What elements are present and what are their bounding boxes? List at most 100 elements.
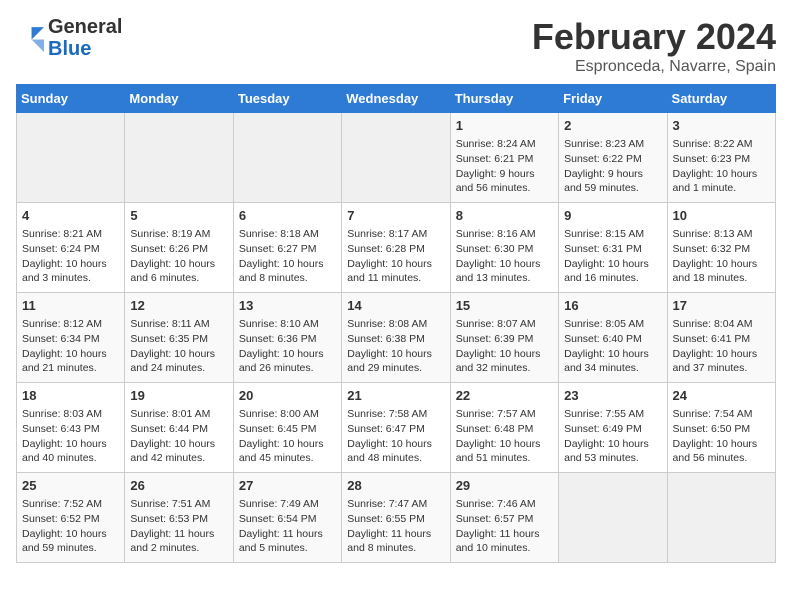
- day-info: Sunrise: 8:24 AMSunset: 6:21 PMDaylight:…: [456, 138, 536, 194]
- calendar-cell: [342, 113, 450, 203]
- day-number: 23: [564, 387, 661, 405]
- calendar-week-row: 18 Sunrise: 8:03 AMSunset: 6:43 PMDayligh…: [17, 383, 776, 473]
- calendar-cell: 24 Sunrise: 7:54 AMSunset: 6:50 PMDayligh…: [667, 383, 775, 473]
- logo-general-text: General: [48, 16, 122, 38]
- calendar-cell: 5 Sunrise: 8:19 AMSunset: 6:26 PMDaylight…: [125, 203, 233, 293]
- day-number: 17: [673, 297, 770, 315]
- day-number: 22: [456, 387, 553, 405]
- weekday-header: Tuesday: [233, 85, 341, 113]
- day-number: 12: [130, 297, 227, 315]
- day-info: Sunrise: 8:05 AMSunset: 6:40 PMDaylight:…: [564, 318, 649, 374]
- day-info: Sunrise: 7:57 AMSunset: 6:48 PMDaylight:…: [456, 408, 541, 464]
- location-subtitle: Espronceda, Navarre, Spain: [532, 58, 776, 76]
- calendar-cell: 27 Sunrise: 7:49 AMSunset: 6:54 PMDayligh…: [233, 473, 341, 563]
- day-number: 25: [22, 477, 119, 495]
- calendar-cell: 13 Sunrise: 8:10 AMSunset: 6:36 PMDayligh…: [233, 293, 341, 383]
- day-number: 11: [22, 297, 119, 315]
- day-info: Sunrise: 8:10 AMSunset: 6:36 PMDaylight:…: [239, 318, 324, 374]
- day-info: Sunrise: 8:03 AMSunset: 6:43 PMDaylight:…: [22, 408, 107, 464]
- day-number: 24: [673, 387, 770, 405]
- day-number: 3: [673, 117, 770, 135]
- day-info: Sunrise: 8:21 AMSunset: 6:24 PMDaylight:…: [22, 228, 107, 284]
- weekday-header: Thursday: [450, 85, 558, 113]
- day-info: Sunrise: 8:13 AMSunset: 6:32 PMDaylight:…: [673, 228, 758, 284]
- day-number: 13: [239, 297, 336, 315]
- calendar-cell: 1 Sunrise: 8:24 AMSunset: 6:21 PMDaylight…: [450, 113, 558, 203]
- weekday-header: Monday: [125, 85, 233, 113]
- calendar-cell: 23 Sunrise: 7:55 AMSunset: 6:49 PMDayligh…: [559, 383, 667, 473]
- weekday-header: Friday: [559, 85, 667, 113]
- calendar-cell: 22 Sunrise: 7:57 AMSunset: 6:48 PMDayligh…: [450, 383, 558, 473]
- day-info: Sunrise: 8:23 AMSunset: 6:22 PMDaylight:…: [564, 138, 644, 194]
- calendar-cell: 9 Sunrise: 8:15 AMSunset: 6:31 PMDaylight…: [559, 203, 667, 293]
- day-info: Sunrise: 8:07 AMSunset: 6:39 PMDaylight:…: [456, 318, 541, 374]
- day-info: Sunrise: 7:51 AMSunset: 6:53 PMDaylight:…: [130, 498, 214, 554]
- month-title: February 2024: [532, 16, 776, 58]
- day-number: 1: [456, 117, 553, 135]
- calendar-cell: [125, 113, 233, 203]
- day-number: 6: [239, 207, 336, 225]
- day-info: Sunrise: 7:49 AMSunset: 6:54 PMDaylight:…: [239, 498, 323, 554]
- day-number: 16: [564, 297, 661, 315]
- day-number: 26: [130, 477, 227, 495]
- day-number: 28: [347, 477, 444, 495]
- calendar-week-row: 11 Sunrise: 8:12 AMSunset: 6:34 PMDayligh…: [17, 293, 776, 383]
- day-info: Sunrise: 7:58 AMSunset: 6:47 PMDaylight:…: [347, 408, 432, 464]
- calendar-week-row: 25 Sunrise: 7:52 AMSunset: 6:52 PMDayligh…: [17, 473, 776, 563]
- calendar-header-row: SundayMondayTuesdayWednesdayThursdayFrid…: [17, 85, 776, 113]
- day-info: Sunrise: 8:01 AMSunset: 6:44 PMDaylight:…: [130, 408, 215, 464]
- calendar-week-row: 4Sunrise: 8:21 AMSunset: 6:24 PMDaylight…: [17, 203, 776, 293]
- calendar-cell: 2 Sunrise: 8:23 AMSunset: 6:22 PMDaylight…: [559, 113, 667, 203]
- calendar-cell: [559, 473, 667, 563]
- page-header: General Blue February 2024 Espronceda, N…: [16, 16, 776, 76]
- calendar-cell: [17, 113, 125, 203]
- calendar-cell: 4Sunrise: 8:21 AMSunset: 6:24 PMDaylight…: [17, 203, 125, 293]
- day-number: 14: [347, 297, 444, 315]
- calendar-cell: [667, 473, 775, 563]
- calendar-cell: 17 Sunrise: 8:04 AMSunset: 6:41 PMDayligh…: [667, 293, 775, 383]
- calendar-cell: 20 Sunrise: 8:00 AMSunset: 6:45 PMDayligh…: [233, 383, 341, 473]
- day-info: Sunrise: 8:00 AMSunset: 6:45 PMDaylight:…: [239, 408, 324, 464]
- calendar-cell: 3 Sunrise: 8:22 AMSunset: 6:23 PMDaylight…: [667, 113, 775, 203]
- calendar-cell: 7Sunrise: 8:17 AMSunset: 6:28 PMDaylight…: [342, 203, 450, 293]
- calendar-cell: [233, 113, 341, 203]
- logo-blue-text: Blue: [48, 38, 91, 60]
- calendar-cell: 12 Sunrise: 8:11 AMSunset: 6:35 PMDayligh…: [125, 293, 233, 383]
- day-info: Sunrise: 8:22 AMSunset: 6:23 PMDaylight:…: [673, 138, 758, 194]
- day-info: Sunrise: 8:15 AMSunset: 6:31 PMDaylight:…: [564, 228, 649, 284]
- day-info: Sunrise: 7:47 AMSunset: 6:55 PMDaylight:…: [347, 498, 431, 554]
- calendar-cell: 25 Sunrise: 7:52 AMSunset: 6:52 PMDayligh…: [17, 473, 125, 563]
- day-info: Sunrise: 8:11 AMSunset: 6:35 PMDaylight:…: [130, 318, 215, 374]
- calendar-cell: 18 Sunrise: 8:03 AMSunset: 6:43 PMDayligh…: [17, 383, 125, 473]
- day-info: Sunrise: 7:55 AMSunset: 6:49 PMDaylight:…: [564, 408, 649, 464]
- calendar-cell: 26 Sunrise: 7:51 AMSunset: 6:53 PMDayligh…: [125, 473, 233, 563]
- day-number: 21: [347, 387, 444, 405]
- weekday-header: Sunday: [17, 85, 125, 113]
- day-number: 10: [673, 207, 770, 225]
- day-number: 27: [239, 477, 336, 495]
- day-info: Sunrise: 7:52 AMSunset: 6:52 PMDaylight:…: [22, 498, 107, 554]
- calendar-cell: 19Sunrise: 8:01 AMSunset: 6:44 PMDayligh…: [125, 383, 233, 473]
- day-info: Sunrise: 8:18 AMSunset: 6:27 PMDaylight:…: [239, 228, 324, 284]
- calendar-cell: 16 Sunrise: 8:05 AMSunset: 6:40 PMDayligh…: [559, 293, 667, 383]
- calendar-cell: 10 Sunrise: 8:13 AMSunset: 6:32 PMDayligh…: [667, 203, 775, 293]
- calendar-cell: 8Sunrise: 8:16 AMSunset: 6:30 PMDaylight…: [450, 203, 558, 293]
- day-number: 15: [456, 297, 553, 315]
- calendar-cell: 28 Sunrise: 7:47 AMSunset: 6:55 PMDayligh…: [342, 473, 450, 563]
- day-info: Sunrise: 8:12 AMSunset: 6:34 PMDaylight:…: [22, 318, 107, 374]
- calendar-cell: 15 Sunrise: 8:07 AMSunset: 6:39 PMDayligh…: [450, 293, 558, 383]
- calendar-table: SundayMondayTuesdayWednesdayThursdayFrid…: [16, 84, 776, 563]
- day-number: 2: [564, 117, 661, 135]
- day-info: Sunrise: 8:04 AMSunset: 6:41 PMDaylight:…: [673, 318, 758, 374]
- day-info: Sunrise: 8:19 AMSunset: 6:26 PMDaylight:…: [130, 228, 215, 284]
- day-number: 7: [347, 207, 444, 225]
- day-number: 18: [22, 387, 119, 405]
- calendar-cell: 11 Sunrise: 8:12 AMSunset: 6:34 PMDayligh…: [17, 293, 125, 383]
- day-number: 20: [239, 387, 336, 405]
- logo-icon: [16, 24, 44, 52]
- day-number: 9: [564, 207, 661, 225]
- day-number: 5: [130, 207, 227, 225]
- calendar-cell: 29Sunrise: 7:46 AMSunset: 6:57 PMDayligh…: [450, 473, 558, 563]
- day-info: Sunrise: 7:54 AMSunset: 6:50 PMDaylight:…: [673, 408, 758, 464]
- calendar-week-row: 1 Sunrise: 8:24 AMSunset: 6:21 PMDaylight…: [17, 113, 776, 203]
